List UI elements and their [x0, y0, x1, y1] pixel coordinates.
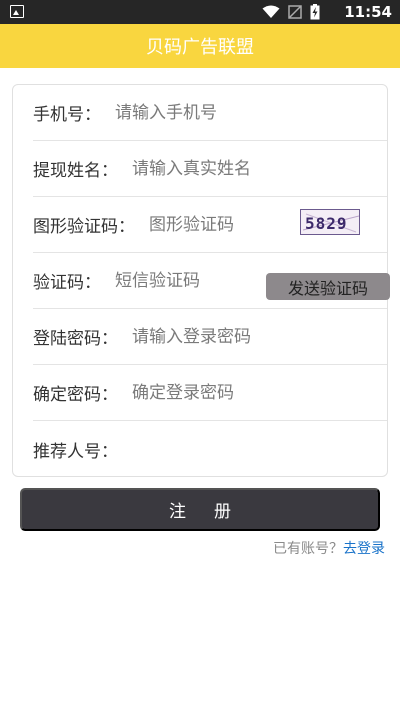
referrer-input[interactable]	[132, 439, 282, 459]
send-code-button[interactable]: 发送验证码	[266, 273, 390, 300]
confirm-password-row: 确定密码：	[33, 365, 387, 421]
sms-label: 验证码：	[33, 273, 101, 293]
captcha-row: 图形验证码： 5829	[33, 197, 387, 253]
wifi-icon	[262, 5, 280, 18]
referrer-label: 推荐人号：	[33, 441, 118, 462]
register-form: 手机号： 提现姓名： 图形验证码： 5829 验证码： 发送验证码 登陆密码： …	[12, 84, 390, 477]
phone-input[interactable]	[115, 102, 265, 123]
status-time: 11:54	[344, 3, 392, 21]
captcha-image[interactable]: 5829	[300, 209, 360, 235]
captcha-input[interactable]	[149, 214, 259, 235]
captcha-text: 5829	[305, 214, 348, 233]
confirm-password-input[interactable]	[132, 382, 282, 403]
captcha-label: 图形验证码：	[33, 217, 135, 237]
login-question: 已有账号？	[273, 541, 343, 557]
app-bar: 贝码广告联盟	[0, 24, 400, 68]
image-icon	[10, 5, 24, 18]
phone-row: 手机号：	[33, 85, 387, 141]
password-label: 登陆密码：	[33, 329, 118, 349]
confirm-password-label: 确定密码：	[33, 385, 118, 405]
sms-input[interactable]	[115, 270, 225, 291]
password-input[interactable]	[132, 326, 282, 347]
name-row: 提现姓名：	[33, 141, 387, 197]
password-row: 登陆密码：	[33, 309, 387, 365]
login-hint: 已有账号？去登录	[273, 538, 385, 558]
name-input[interactable]	[132, 158, 282, 179]
name-label: 提现姓名：	[33, 161, 118, 181]
register-button[interactable]: 注册	[20, 488, 380, 531]
battery-charging-icon	[310, 4, 320, 20]
status-bar: 11:54	[0, 0, 400, 24]
app-title: 贝码广告联盟	[146, 37, 254, 58]
status-icons	[262, 4, 320, 20]
sms-row: 验证码： 发送验证码	[33, 253, 390, 309]
phone-label: 手机号：	[33, 105, 101, 125]
referrer-row: 推荐人号：	[33, 421, 387, 477]
no-signal-icon	[288, 5, 302, 19]
login-link[interactable]: 去登录	[343, 541, 385, 557]
